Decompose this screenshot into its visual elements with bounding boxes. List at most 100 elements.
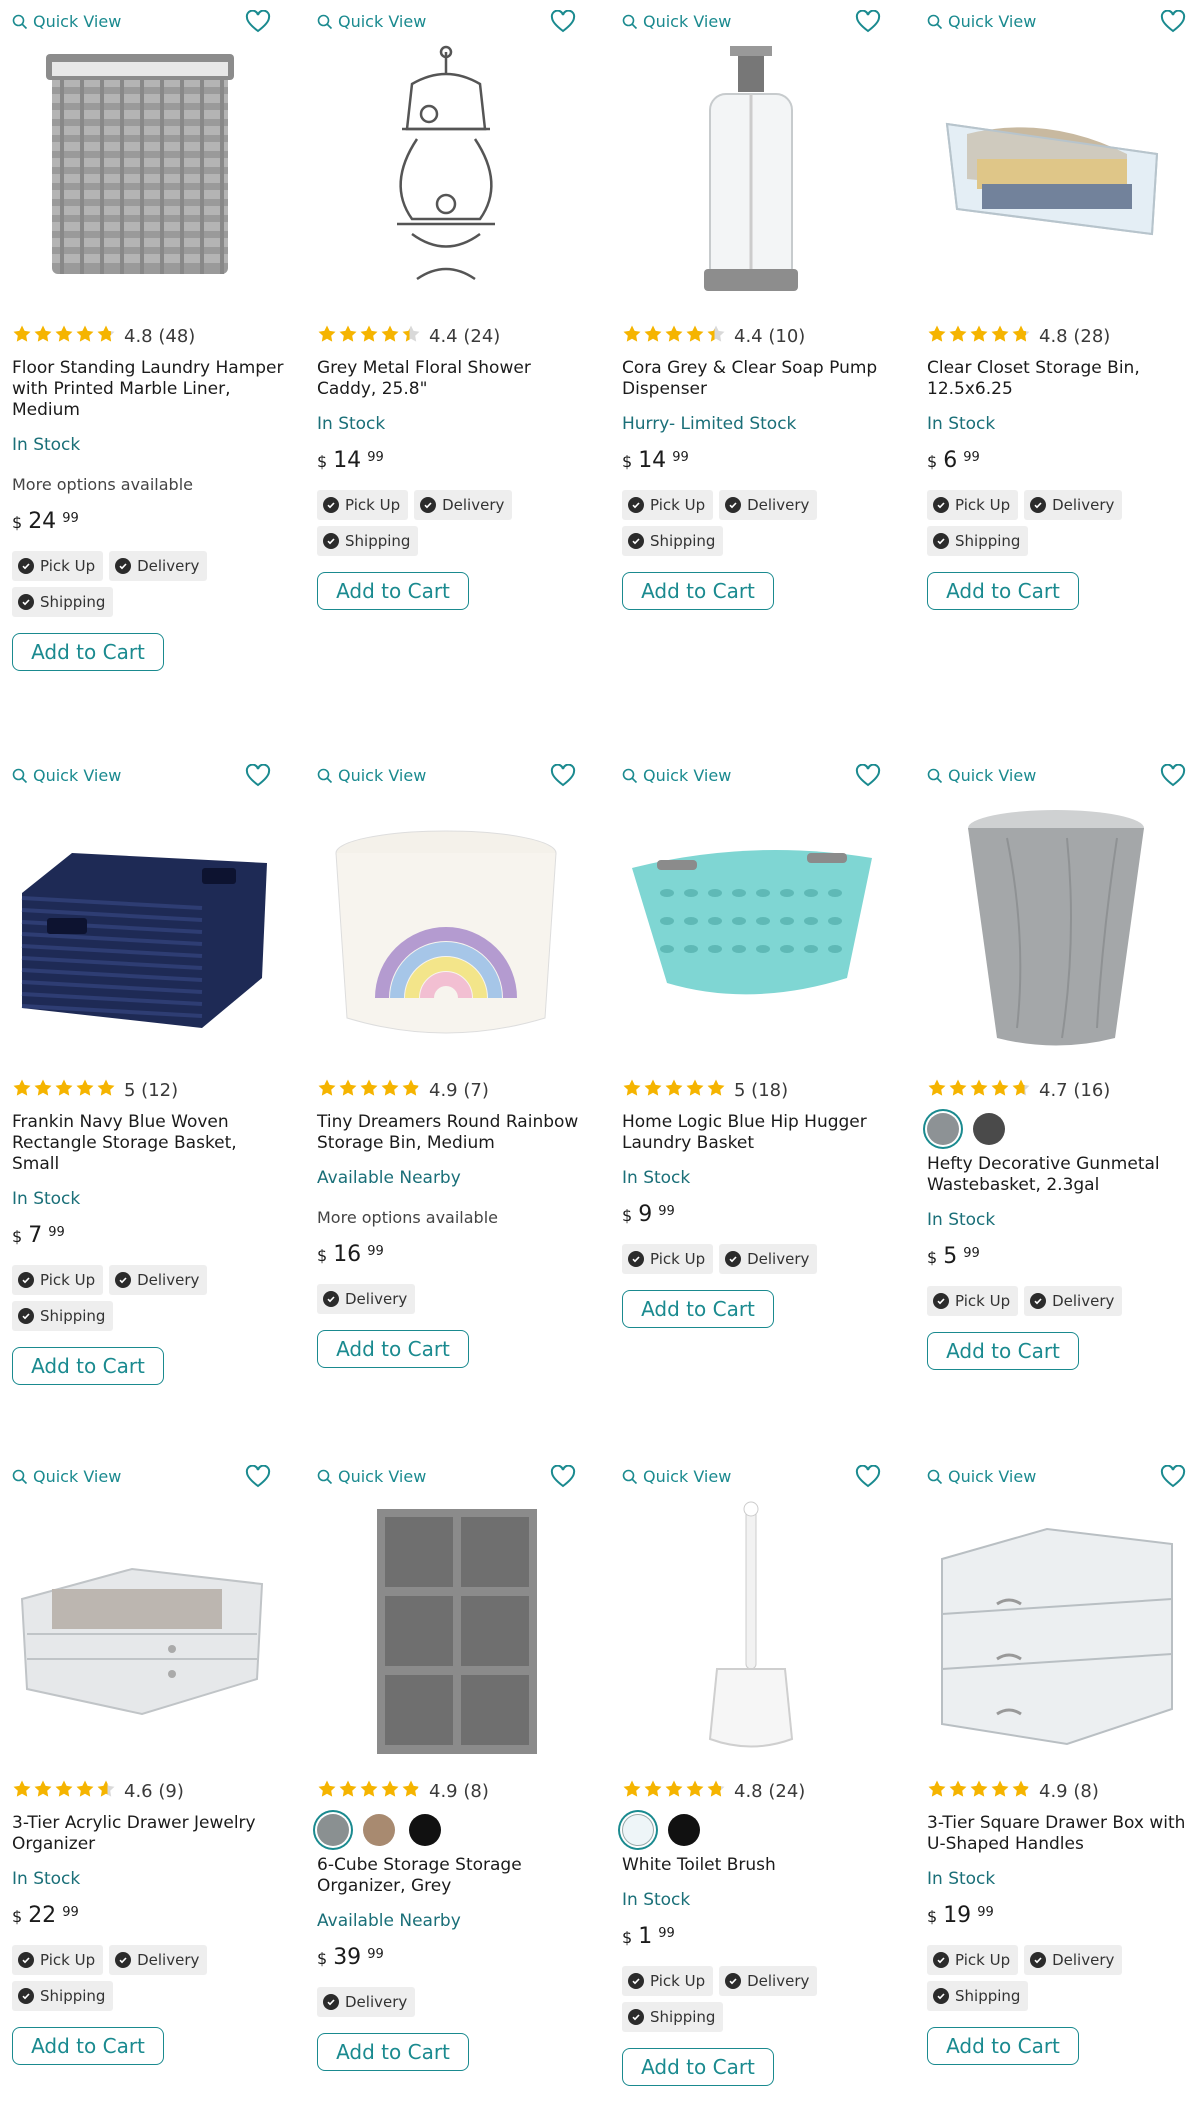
heart-icon[interactable] [550,1464,576,1489]
rating[interactable]: 4.8 (24) [622,1777,894,1805]
star-icon [317,1779,337,1804]
rating[interactable]: 4.8 (28) [927,322,1199,350]
heart-icon[interactable] [550,763,576,788]
product-title[interactable]: Hefty Decorative Gunmetal Wastebasket, 2… [927,1154,1199,1196]
add-to-cart-button[interactable]: Add to Cart [12,1347,164,1385]
product-title[interactable]: White Toilet Brush [622,1855,894,1876]
rating[interactable]: 4.7 (16) [927,1076,1199,1104]
product-card[interactable]: Quick View 4.8 (24) White Toilet Brush I… [610,1455,894,2106]
rating[interactable]: 4.9 (7) [317,1076,589,1104]
color-swatch[interactable] [668,1814,700,1846]
heart-icon[interactable] [245,763,271,788]
product-image[interactable] [12,1499,270,1763]
quick-view-link[interactable]: Quick View [927,766,1036,785]
stock-status: In Stock [927,1210,996,1230]
product-card[interactable]: Quick View 4.8 (28) Clear Closet Storage… [915,0,1199,680]
check-circle-icon [933,533,949,549]
rating[interactable]: 5 (12) [12,1076,284,1104]
product-title[interactable]: 3-Tier Square Drawer Box with U-Shaped H… [927,1813,1199,1855]
product-card[interactable]: Quick View 4.6 (9) 3-Tier Acrylic Drawer… [0,1455,284,2106]
quick-view-link[interactable]: Quick View [317,1467,426,1486]
quick-view-link[interactable]: Quick View [12,12,121,31]
rating[interactable]: 4.9 (8) [927,1777,1199,1805]
add-to-cart-button[interactable]: Add to Cart [622,1290,774,1328]
add-to-cart-button[interactable]: Add to Cart [622,2048,774,2086]
heart-icon[interactable] [855,763,881,788]
color-swatch[interactable] [973,1113,1005,1145]
product-image[interactable] [317,1499,575,1763]
add-to-cart-button[interactable]: Add to Cart [317,2033,469,2071]
product-card[interactable]: Quick View 4.9 (8) 6-Cube Storage Storag… [305,1455,589,2106]
product-title[interactable]: Grey Metal Floral Shower Caddy, 25.8" [317,358,589,400]
heart-icon[interactable] [245,1464,271,1489]
heart-icon[interactable] [550,9,576,34]
color-swatch[interactable] [363,1814,395,1846]
heart-icon[interactable] [855,9,881,34]
quick-view-link[interactable]: Quick View [12,1467,121,1486]
product-card[interactable]: Quick View 4.8 (48) Floor Standing Laund… [0,0,284,680]
quick-view-link[interactable]: Quick View [622,766,731,785]
add-to-cart-button[interactable]: Add to Cart [317,1330,469,1368]
quick-view-link[interactable]: Quick View [622,12,731,31]
product-image[interactable] [622,798,880,1062]
product-image[interactable] [317,44,575,308]
star-icon [643,1779,663,1804]
heart-icon[interactable] [1160,1464,1186,1489]
product-title[interactable]: Cora Grey & Clear Soap Pump Dispenser [622,358,894,400]
add-to-cart-button[interactable]: Add to Cart [12,633,164,671]
heart-icon[interactable] [1160,9,1186,34]
rating[interactable]: 4.4 (24) [317,322,589,350]
quick-view-link[interactable]: Quick View [317,766,426,785]
add-to-cart-button[interactable]: Add to Cart [622,572,774,610]
heart-icon[interactable] [1160,763,1186,788]
rating-stars [12,1078,116,1103]
product-card[interactable]: Quick View 4.4 (10) Cora Grey & Clear So… [610,0,894,680]
product-image[interactable] [927,798,1185,1062]
quick-view-link[interactable]: Quick View [927,1467,1036,1486]
add-to-cart-button[interactable]: Add to Cart [927,572,1079,610]
fulfillment-chip-pick-up: Pick Up [622,1966,714,1996]
product-card[interactable]: Quick View 4.4 (24) Grey Metal Floral Sh… [305,0,589,680]
product-title[interactable]: Frankin Navy Blue Woven Rectangle Storag… [12,1112,284,1175]
color-swatch[interactable] [622,1814,654,1846]
product-image[interactable] [622,44,880,308]
product-image[interactable] [927,1499,1185,1763]
color-swatch[interactable] [409,1814,441,1846]
product-image[interactable] [12,44,270,308]
product-card[interactable]: Quick View 4.7 (16) Hefty Decorative Gun… [915,754,1199,1434]
product-card[interactable]: Quick View 5 (18) Home Logic Blue Hip Hu… [610,754,894,1434]
quick-view-link[interactable]: Quick View [12,766,121,785]
rating-text: 4.8 (28) [1039,325,1111,347]
rating[interactable]: 4.9 (8) [317,1777,589,1805]
stock-status: In Stock [927,1869,996,1889]
product-image[interactable] [317,798,575,1062]
product-image[interactable] [622,1499,880,1763]
product-title[interactable]: Clear Closet Storage Bin, 12.5x6.25 [927,358,1199,400]
product-card[interactable]: Quick View 4.9 (7) Tiny Dreamers Round R… [305,754,589,1434]
quick-view-link[interactable]: Quick View [927,12,1036,31]
add-to-cart-button[interactable]: Add to Cart [927,1332,1079,1370]
add-to-cart-button[interactable]: Add to Cart [927,2027,1079,2065]
add-to-cart-button[interactable]: Add to Cart [317,572,469,610]
quick-view-link[interactable]: Quick View [317,12,426,31]
rating[interactable]: 4.8 (48) [12,322,284,350]
product-title[interactable]: 3-Tier Acrylic Drawer Jewelry Organizer [12,1813,284,1855]
color-swatch[interactable] [317,1814,349,1846]
product-title[interactable]: Floor Standing Laundry Hamper with Print… [12,358,284,421]
product-title[interactable]: Tiny Dreamers Round Rainbow Storage Bin,… [317,1112,589,1154]
product-image[interactable] [12,798,270,1062]
rating[interactable]: 4.4 (10) [622,322,894,350]
heart-icon[interactable] [245,9,271,34]
quick-view-link[interactable]: Quick View [622,1467,731,1486]
product-title[interactable]: Home Logic Blue Hip Hugger Laundry Baske… [622,1112,894,1154]
product-card[interactable]: Quick View 5 (12) Frankin Navy Blue Wove… [0,754,284,1434]
heart-icon[interactable] [855,1464,881,1489]
rating[interactable]: 5 (18) [622,1076,894,1104]
color-swatch[interactable] [927,1113,959,1145]
product-image[interactable] [927,44,1185,308]
product-title[interactable]: 6-Cube Storage Storage Organizer, Grey [317,1855,589,1897]
search-icon [622,14,638,30]
product-card[interactable]: Quick View 4.9 (8) 3-Tier Square Drawer … [915,1455,1199,2106]
add-to-cart-button[interactable]: Add to Cart [12,2027,164,2065]
rating[interactable]: 4.6 (9) [12,1777,284,1805]
